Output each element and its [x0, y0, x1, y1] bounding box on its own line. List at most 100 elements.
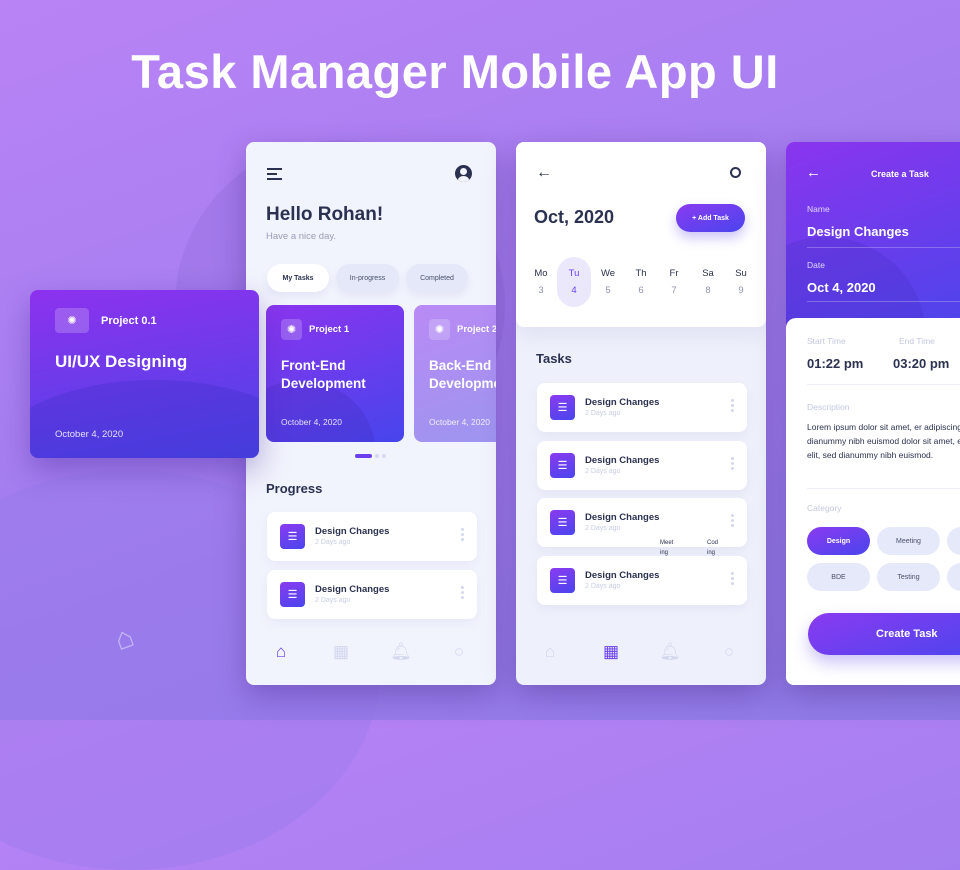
calendar-day[interactable]: Th 6: [624, 268, 658, 296]
category-chip[interactable]: Design: [807, 527, 870, 555]
notepad-icon: ☰: [280, 582, 305, 607]
day-name: We: [600, 268, 616, 279]
task-time: 2 Days ago: [585, 583, 621, 591]
user-profile-icon[interactable]: [455, 165, 472, 182]
more-options-icon[interactable]: [461, 528, 464, 543]
nav-search-icon[interactable]: ○: [717, 642, 741, 662]
calendar-day[interactable]: Su 9: [724, 268, 758, 296]
more-options-icon[interactable]: [731, 572, 734, 587]
greeting-subtitle: Have a nice day.: [266, 231, 337, 242]
date-label: Date: [807, 260, 825, 270]
task-title: Design Changes: [315, 584, 390, 595]
task-title: Design Changes: [585, 454, 660, 466]
calendar-day[interactable]: Tu 4: [557, 257, 591, 307]
task-item[interactable]: ☰ Design Changes 2 Days ago: [537, 383, 747, 432]
more-options-icon[interactable]: [731, 456, 734, 472]
project-card[interactable]: ✺ Project 2 Back-End Development October…: [414, 305, 496, 442]
project-date: October 4, 2020: [55, 429, 124, 440]
project-name: Back-End Development: [429, 358, 496, 391]
more-options-icon[interactable]: [731, 399, 734, 414]
calendar-day[interactable]: Fr 7: [657, 268, 691, 296]
day-number: 6: [638, 285, 644, 296]
tab-in-progress[interactable]: In-progress: [336, 264, 399, 292]
brain-bulb-icon: ✺: [429, 319, 450, 340]
project-name: Front-End Development: [281, 358, 366, 391]
create-task-button[interactable]: Create Task: [808, 613, 960, 655]
date-field[interactable]: Oct 4, 2020: [807, 280, 876, 295]
day-name: Su: [735, 268, 747, 279]
task-time: 2 Days ago: [315, 597, 351, 604]
task-item[interactable]: ☰ Design Changes 2 Days ago: [267, 570, 477, 619]
day-number: 5: [605, 285, 611, 296]
tasks-title: Tasks: [536, 351, 572, 366]
nav-home-icon[interactable]: ⌂: [538, 642, 562, 662]
project-name: UI/UX Designing: [55, 352, 188, 371]
task-item[interactable]: ☰ Design Changes 2 Days ago: [537, 440, 747, 490]
project-card[interactable]: ✺ Project 1 Front-End Development Octobe…: [266, 305, 404, 442]
name-label: Name: [807, 204, 830, 214]
create-task-screen: ← Create a Task Name Design Changes Date…: [786, 142, 960, 685]
page-title: Task Manager Mobile App UI: [131, 45, 779, 98]
day-name: Fr: [669, 268, 679, 279]
tab-completed[interactable]: Completed: [406, 264, 468, 292]
task-time: 2 Days ago: [585, 410, 621, 417]
tab-my-tasks[interactable]: My Tasks: [267, 264, 329, 292]
day-number: 8: [705, 285, 711, 296]
project-label: Project 2: [457, 324, 496, 335]
back-arrow-icon[interactable]: ←: [536, 164, 552, 182]
day-number: 7: [671, 285, 677, 296]
day-name: Mo: [534, 268, 548, 279]
task-item[interactable]: ☰ Design Changes 2 Days ago: [267, 512, 477, 561]
project-label: Project 0.1: [101, 315, 157, 327]
task-item[interactable]: ☰ Design Changes 2 Days ago: [537, 556, 747, 606]
start-time-field[interactable]: 01:22 pm: [807, 356, 863, 371]
nav-home-icon[interactable]: ⌂: [269, 642, 293, 662]
day-name: Th: [635, 268, 647, 279]
category-chip[interactable]: Meeting: [877, 527, 940, 555]
task-time: 2 Days ago: [585, 467, 621, 475]
nav-search-icon[interactable]: ○: [447, 642, 471, 662]
notepad-icon: ☰: [550, 395, 575, 420]
notepad-icon: ☰: [280, 524, 305, 549]
notepad-icon: ☰: [550, 510, 575, 536]
add-task-button[interactable]: + Add Task: [676, 204, 745, 232]
notepad-icon: ☰: [550, 452, 575, 478]
progress-title: Progress: [266, 481, 323, 496]
stray-label: Meet ing: [660, 540, 674, 556]
task-title: Design Changes: [585, 397, 660, 408]
calendar-day[interactable]: Mo 3: [524, 268, 558, 296]
more-options-icon[interactable]: [731, 514, 734, 529]
end-time-label: End Time: [899, 336, 935, 346]
back-arrow-icon[interactable]: ←: [806, 164, 821, 181]
day-number: 3: [538, 285, 544, 296]
project-date: October 4, 2020: [429, 417, 490, 427]
nav-bell-icon[interactable]: 🔔︎: [389, 642, 413, 662]
day-number: 9: [738, 285, 744, 296]
month-title: Oct, 2020: [534, 207, 615, 227]
more-options-icon[interactable]: [461, 586, 464, 601]
category-chip[interactable]: BDE: [807, 563, 870, 591]
calendar-day[interactable]: We 5: [591, 268, 625, 296]
home-screen: Hello Rohan! Have a nice day. My Tasks I…: [246, 142, 496, 685]
category-label: Category: [807, 503, 842, 513]
end-time-field[interactable]: 03:20 pm: [893, 356, 949, 371]
task-time: 2 Days ago: [315, 539, 351, 546]
calendar-day[interactable]: Sa 8: [691, 268, 725, 296]
nav-calendar-icon[interactable]: ▦: [599, 642, 623, 662]
start-time-label: Start Time: [807, 336, 846, 346]
search-icon[interactable]: [730, 167, 741, 178]
nav-bell-icon[interactable]: 🔔︎: [658, 642, 682, 662]
description-field[interactable]: Lorem ipsum dolor sit amet, er adipiscin…: [807, 420, 960, 462]
description-label: Description: [807, 402, 850, 412]
task-title: Design Changes: [315, 526, 390, 537]
day-name: Sa: [702, 268, 714, 279]
nav-calendar-icon[interactable]: ▦: [329, 642, 353, 662]
carousel-indicator[interactable]: [355, 454, 386, 458]
project-date: October 4, 2020: [281, 417, 342, 427]
screen-header: Create a Task: [871, 169, 929, 179]
menu-icon[interactable]: [267, 168, 282, 180]
category-chip[interactable]: Testing: [877, 563, 940, 591]
calendar-screen: ← Oct, 2020 + Add Task Mo 3 Tu 4 We 5 Th 6 Fr 7 Sa…: [516, 142, 766, 685]
name-field[interactable]: Design Changes: [807, 224, 909, 239]
floating-project-card[interactable]: ✺ Project 0.1 UI/UX Designing October 4,…: [30, 290, 259, 458]
